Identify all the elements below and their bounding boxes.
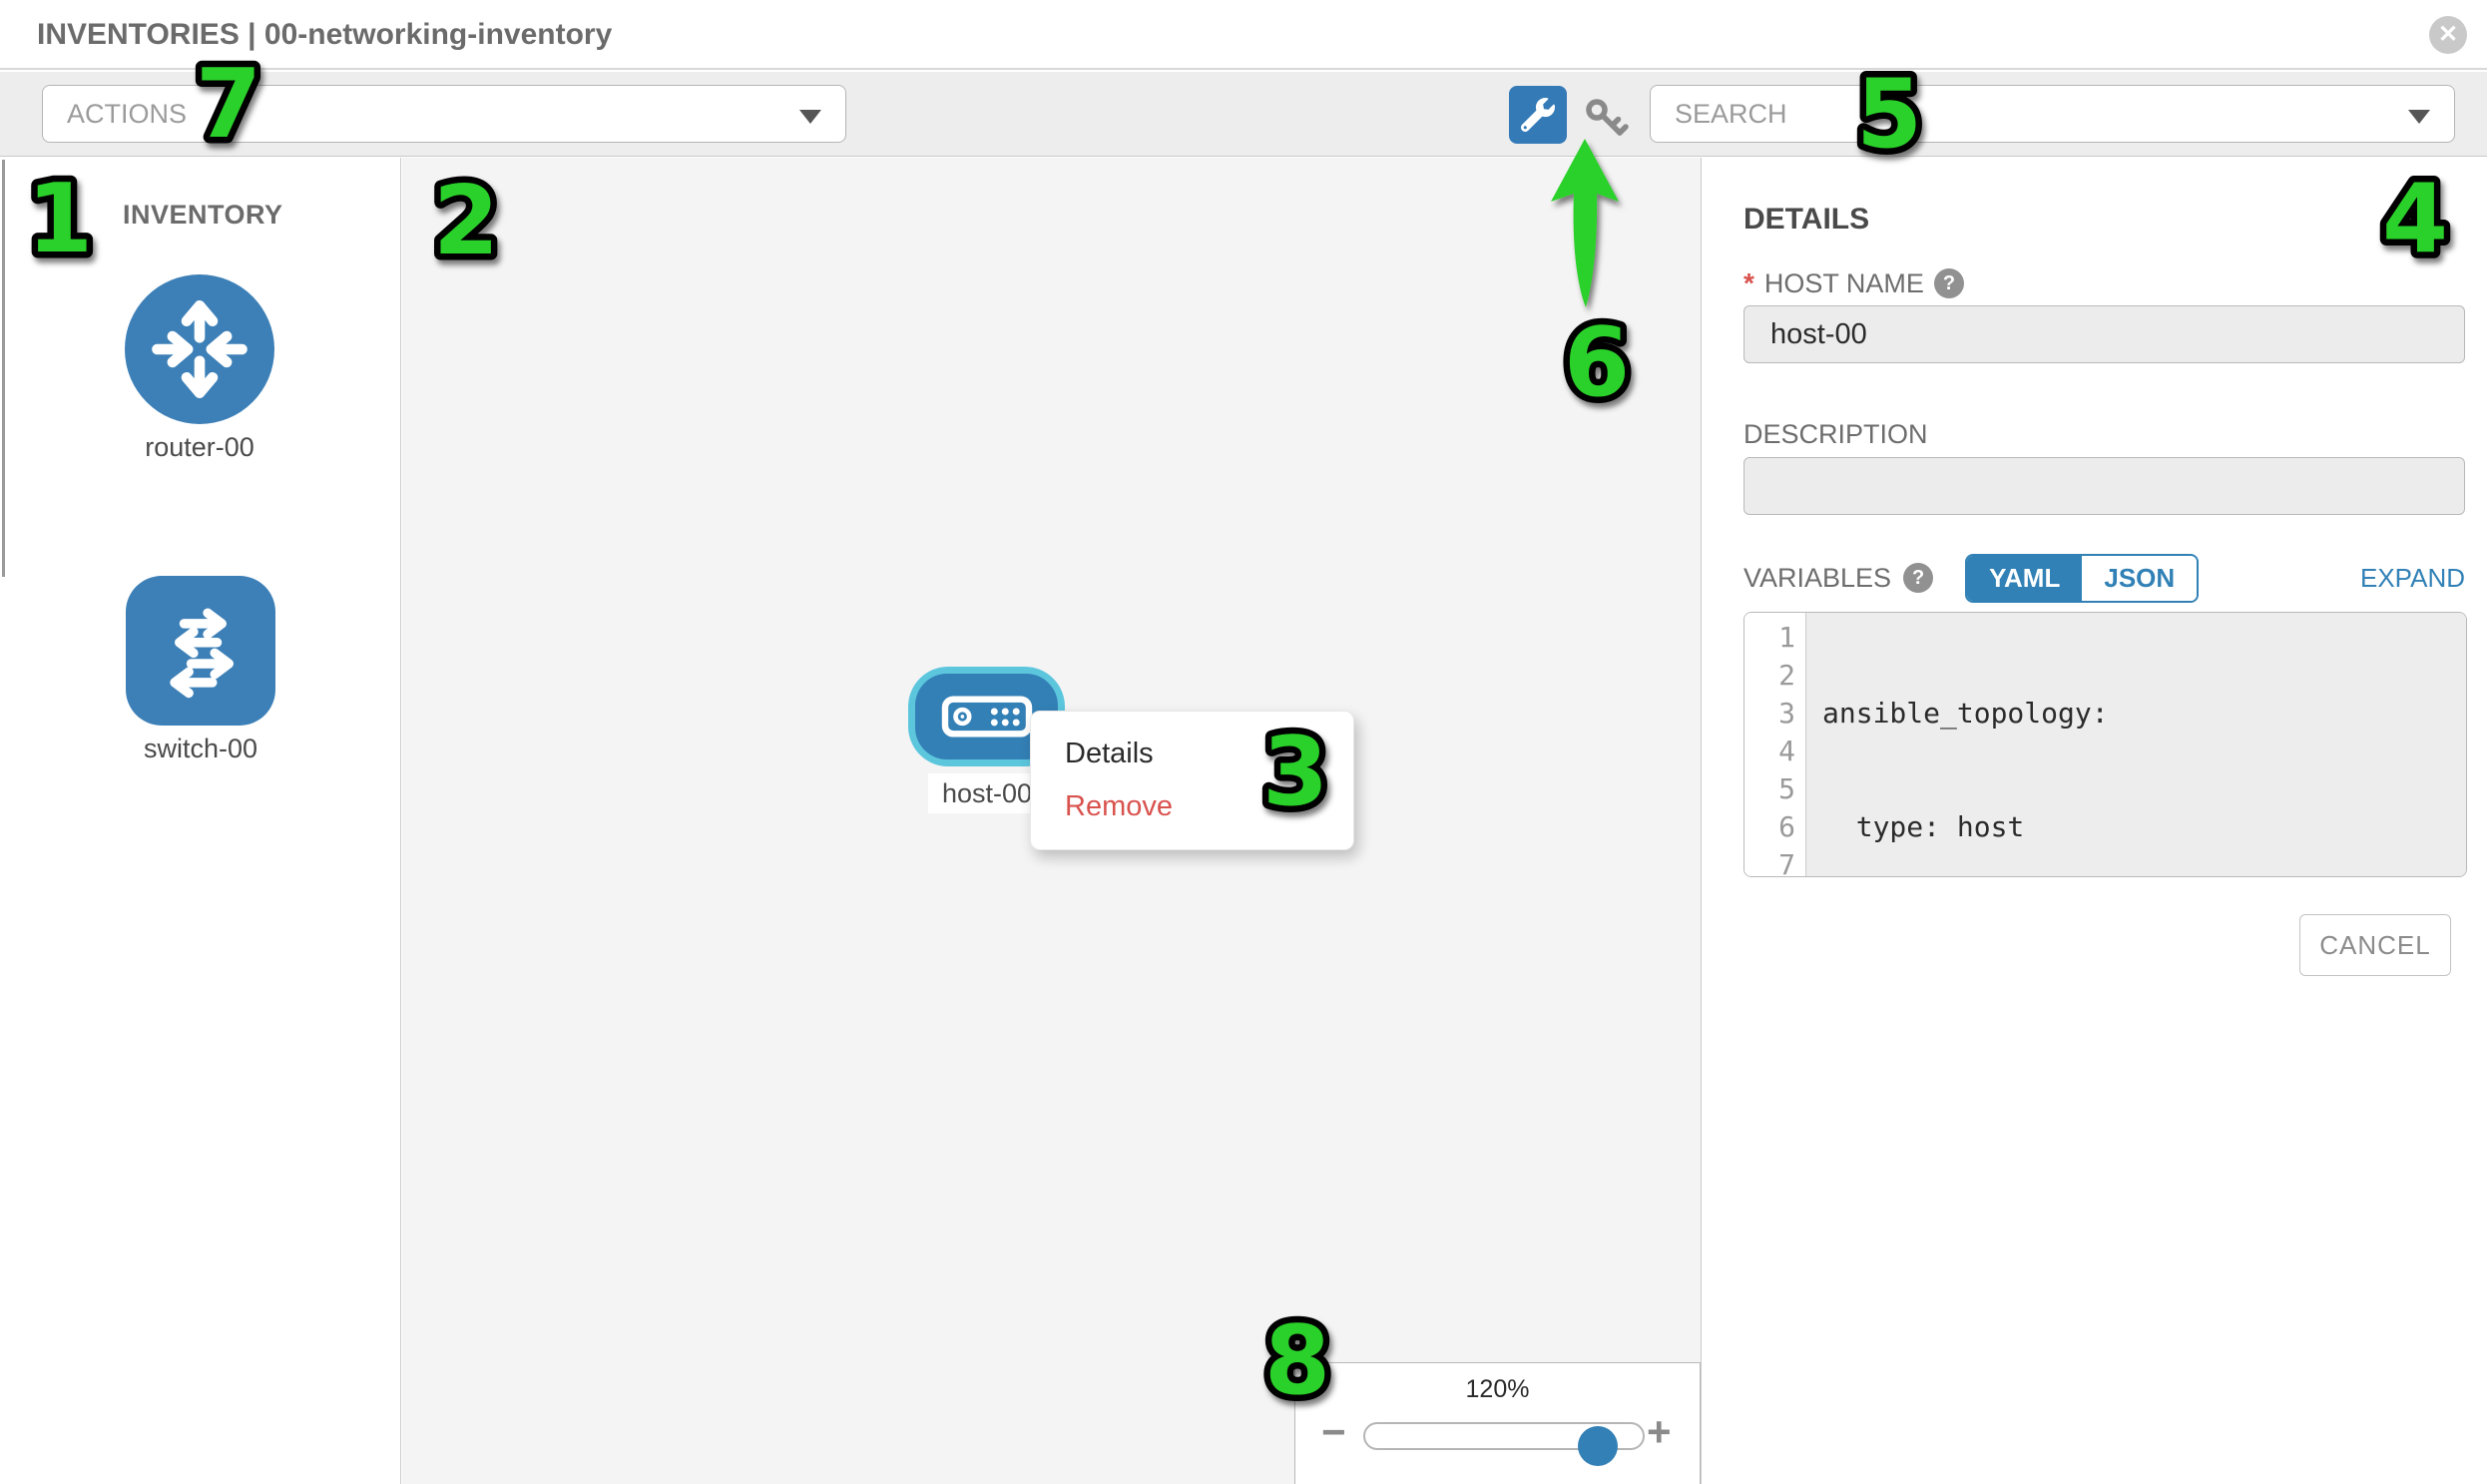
search-dropdown-label: SEARCH <box>1675 99 1787 129</box>
variables-row: VARIABLES ? YAML JSON EXPAND <box>1743 555 2465 601</box>
yaml-toggle-button[interactable]: YAML <box>1967 556 2082 601</box>
sidebar-item-switch-00[interactable]: switch-00 <box>126 576 275 764</box>
variables-label: VARIABLES <box>1743 563 1891 594</box>
editor-code[interactable]: ansible_topology: type: host name: host-… <box>1806 613 2466 876</box>
variables-editor[interactable]: 1 2 3 4 5 6 7 ansible_topology: type: ho… <box>1743 612 2467 877</box>
actions-dropdown[interactable]: ACTIONS <box>42 85 846 143</box>
description-label: DESCRIPTION <box>1743 419 1928 450</box>
details-heading: DETAILS <box>1743 203 1869 237</box>
sidebar-edge-line <box>2 160 5 577</box>
search-dropdown[interactable]: SEARCH <box>1650 85 2455 143</box>
line-number: 6 <box>1744 808 1795 846</box>
page-title: INVENTORIES | 00-networking-inventory <box>37 0 612 70</box>
expand-link[interactable]: EXPAND <box>2360 563 2465 594</box>
json-toggle-button[interactable]: JSON <box>2082 556 2197 601</box>
chevron-down-icon <box>2408 110 2430 124</box>
description-input[interactable] <box>1743 457 2465 515</box>
menu-item-remove[interactable]: Remove <box>1031 780 1353 833</box>
toolbar: ACTIONS SEARCH <box>0 72 2487 157</box>
line-number: 4 <box>1744 733 1795 770</box>
zoom-slider-thumb[interactable] <box>1578 1426 1618 1466</box>
zoom-control: 120% − + <box>1294 1362 1701 1484</box>
details-panel: DETAILS * HOST NAME ? DESCRIPTION VARIAB… <box>1703 158 2487 1484</box>
close-icon: ✕ <box>2438 21 2458 48</box>
zoom-slider-row: − + <box>1295 1414 1700 1460</box>
host-name-label: HOST NAME <box>1764 268 1924 299</box>
host-name-input[interactable] <box>1743 305 2465 363</box>
line-number: 2 <box>1744 657 1795 695</box>
description-label-row: DESCRIPTION <box>1743 419 1928 450</box>
actions-dropdown-label: ACTIONS <box>67 99 187 129</box>
switch-icon <box>126 576 275 726</box>
sidebar-item-label: router-00 <box>125 432 274 463</box>
host-node-label: host-00 <box>928 773 1046 813</box>
host-icon <box>941 696 1033 738</box>
tools-button[interactable] <box>1509 86 1567 144</box>
router-icon <box>125 274 274 424</box>
cancel-button[interactable]: CANCEL <box>2299 914 2451 976</box>
chevron-down-icon <box>799 110 821 124</box>
inventory-heading: INVENTORY <box>123 200 283 231</box>
topology-canvas[interactable]: host-00 Details Remove 120% − + <box>402 158 1702 1484</box>
line-number: 3 <box>1744 695 1795 733</box>
line-number: 5 <box>1744 770 1795 808</box>
node-context-menu: Details Remove <box>1030 711 1354 850</box>
help-icon[interactable]: ? <box>1903 563 1933 593</box>
code-line: type: host <box>1822 808 2466 846</box>
sidebar-item-label: switch-00 <box>126 734 275 764</box>
zoom-level: 120% <box>1295 1375 1700 1404</box>
required-marker: * <box>1743 267 1754 299</box>
editor-gutter: 1 2 3 4 5 6 7 <box>1744 613 1806 876</box>
key-icon <box>1582 95 1630 143</box>
code-line: ansible_topology: <box>1822 695 2466 733</box>
host-name-label-row: * HOST NAME ? <box>1743 267 1964 299</box>
line-number: 7 <box>1744 846 1795 877</box>
key-button[interactable] <box>1581 94 1631 144</box>
format-toggle: YAML JSON <box>1965 554 2199 603</box>
help-icon[interactable]: ? <box>1934 268 1964 298</box>
header: INVENTORIES | 00-networking-inventory ✕ <box>0 0 2487 70</box>
wrench-icon <box>1521 98 1555 132</box>
zoom-out-button[interactable]: − <box>1321 1408 1346 1456</box>
zoom-in-button[interactable]: + <box>1647 1408 1672 1456</box>
inventory-sidebar: INVENTORY router-00 <box>0 158 401 1484</box>
close-button[interactable]: ✕ <box>2429 16 2467 54</box>
zoom-slider-track[interactable] <box>1363 1422 1645 1450</box>
sidebar-item-router-00[interactable]: router-00 <box>125 274 274 463</box>
line-number: 1 <box>1744 619 1795 657</box>
menu-item-details[interactable]: Details <box>1031 728 1353 780</box>
